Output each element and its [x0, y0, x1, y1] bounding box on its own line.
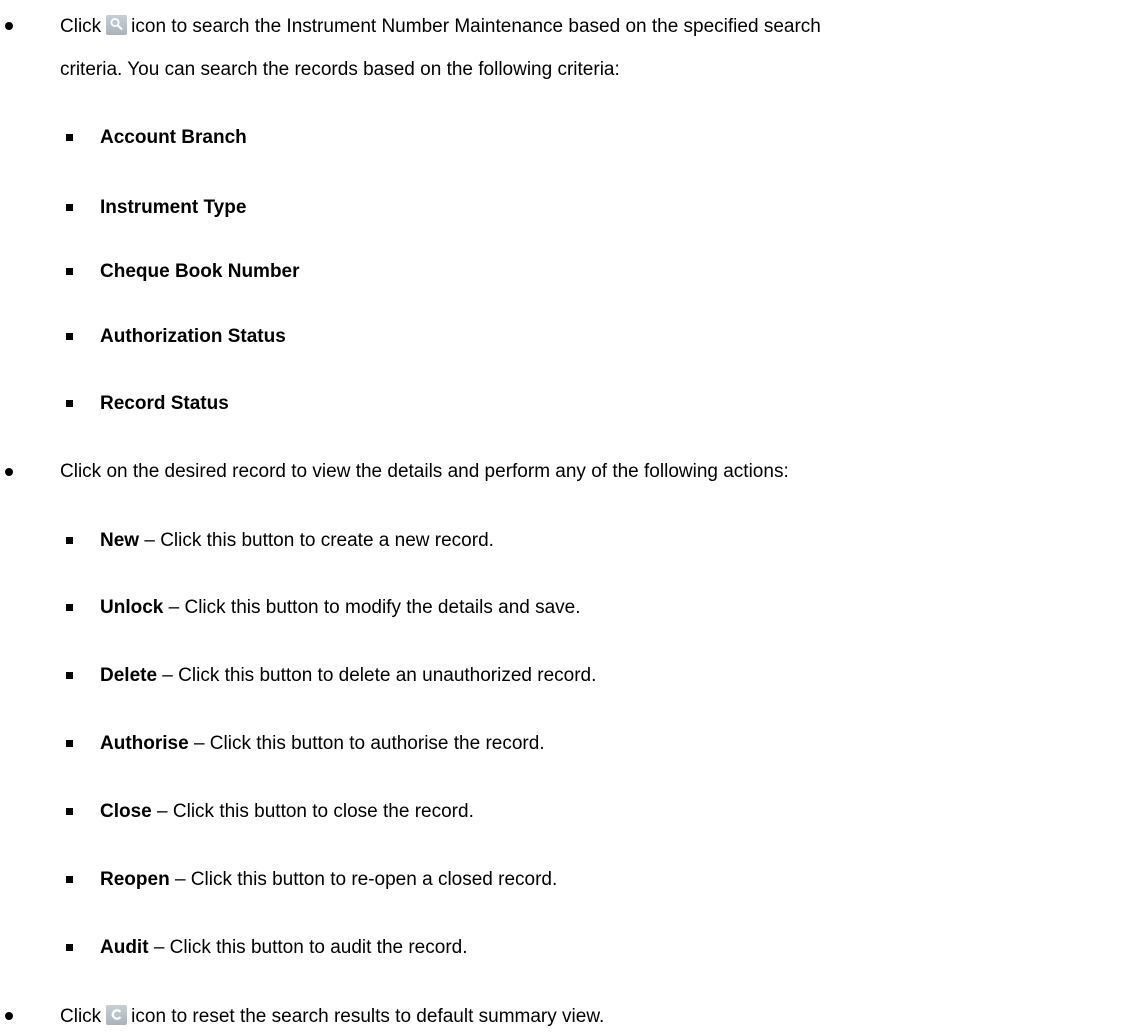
action-name: Audit — [100, 937, 149, 958]
sub-bullet-square — [66, 740, 73, 747]
sub-bullet-square — [66, 944, 73, 951]
sub-bullet-square — [66, 604, 73, 611]
click-word: Click — [60, 16, 102, 37]
action-name: Unlock — [100, 597, 164, 618]
action-item-audit: Audit – Click this button to audit the r… — [100, 937, 468, 959]
action-name: New — [100, 530, 140, 551]
action-desc: – Click this button to re-open a closed … — [169, 869, 558, 890]
action-desc: – Click this button to delete an unautho… — [157, 665, 597, 686]
bullet-dot — [5, 22, 13, 30]
sub-bullet-square — [66, 876, 73, 883]
search-instruction-text-2: criteria. You can search the records bas… — [60, 59, 620, 80]
action-desc: – Click this button to close the record. — [151, 801, 474, 822]
criteria-item: Account Branch — [100, 127, 247, 148]
action-item-close: Close – Click this button to close the r… — [100, 801, 474, 823]
search-instruction-line-1: Click icon to search the Instrument Numbe… — [60, 15, 821, 38]
action-item-authorise: Authorise – Click this button to authori… — [100, 733, 545, 755]
search-icon — [106, 15, 128, 35]
action-name: Delete — [100, 665, 158, 686]
action-desc: – Click this button to modify the detail… — [163, 597, 581, 618]
sub-bullet-square — [66, 134, 73, 141]
sub-bullet-square — [66, 204, 73, 211]
action-item-reopen: Reopen – Click this button to re-open a … — [100, 869, 557, 891]
action-item-unlock: Unlock – Click this button to modify the… — [100, 597, 581, 619]
action-name: Close — [100, 801, 152, 822]
action-desc: – Click this button to audit the record. — [148, 937, 468, 958]
sub-bullet-square — [66, 333, 73, 340]
criteria-item: Record Status — [100, 393, 229, 414]
sub-bullet-square — [66, 808, 73, 815]
record-instruction-line: Click on the desired record to view the … — [60, 461, 789, 483]
click-word: Click — [60, 1006, 102, 1027]
search-instruction-line-2: criteria. You can search the records bas… — [60, 59, 620, 81]
criteria-item: Instrument Type — [100, 197, 247, 218]
reset-instruction-text: icon to reset the search results to defa… — [131, 1006, 605, 1027]
action-desc: – Click this button to create a new reco… — [139, 530, 494, 551]
action-name: Reopen — [100, 869, 170, 890]
reset-instruction-line: Click icon to reset the search results to… — [60, 1005, 604, 1028]
action-item-delete: Delete – Click this button to delete an … — [100, 665, 596, 687]
sub-bullet-square — [66, 400, 73, 407]
criteria-item: Authorization Status — [100, 326, 286, 347]
record-instruction-text: Click on the desired record to view the … — [60, 461, 789, 482]
sub-bullet-square — [66, 537, 73, 544]
sub-bullet-square — [66, 672, 73, 679]
reset-icon — [106, 1005, 128, 1025]
action-item-new: New – Click this button to create a new … — [100, 530, 494, 552]
criteria-item: Cheque Book Number — [100, 261, 300, 282]
action-name: Authorise — [100, 733, 189, 754]
action-desc: – Click this button to authorise the rec… — [188, 733, 545, 754]
bullet-dot — [5, 1012, 13, 1020]
sub-bullet-square — [66, 268, 73, 275]
bullet-dot — [5, 468, 13, 476]
search-instruction-text-1: icon to search the Instrument Number Mai… — [131, 16, 821, 37]
